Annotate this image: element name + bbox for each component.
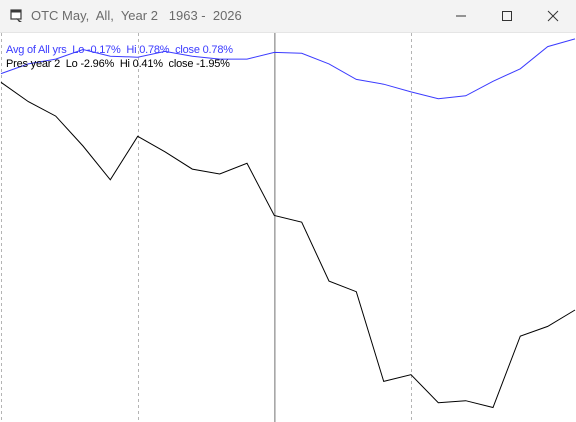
minimize-button[interactable] (438, 0, 484, 32)
title-bar[interactable]: OTC May, All, Year 2 1963 - 2026 (0, 0, 576, 33)
legend-avg: Avg of All yrs Lo -0.17% Hi 0.78% close … (6, 44, 233, 56)
window-title: OTC May, All, Year 2 1963 - 2026 (31, 8, 242, 23)
legend-pres-year: Pres year 2 Lo -2.96% Hi 0.41% close -1.… (6, 58, 230, 70)
chart-window: OTC May, All, Year 2 1963 - 2026 Avg of … (0, 0, 576, 422)
close-icon (547, 10, 559, 22)
close-button[interactable] (530, 0, 576, 32)
maximize-icon (502, 11, 512, 21)
maximize-button[interactable] (484, 0, 530, 32)
pres-year-series-line (0, 81, 576, 409)
chart-window-icon (10, 9, 22, 22)
chart-plot-area (0, 33, 576, 422)
minimize-icon (456, 15, 466, 17)
